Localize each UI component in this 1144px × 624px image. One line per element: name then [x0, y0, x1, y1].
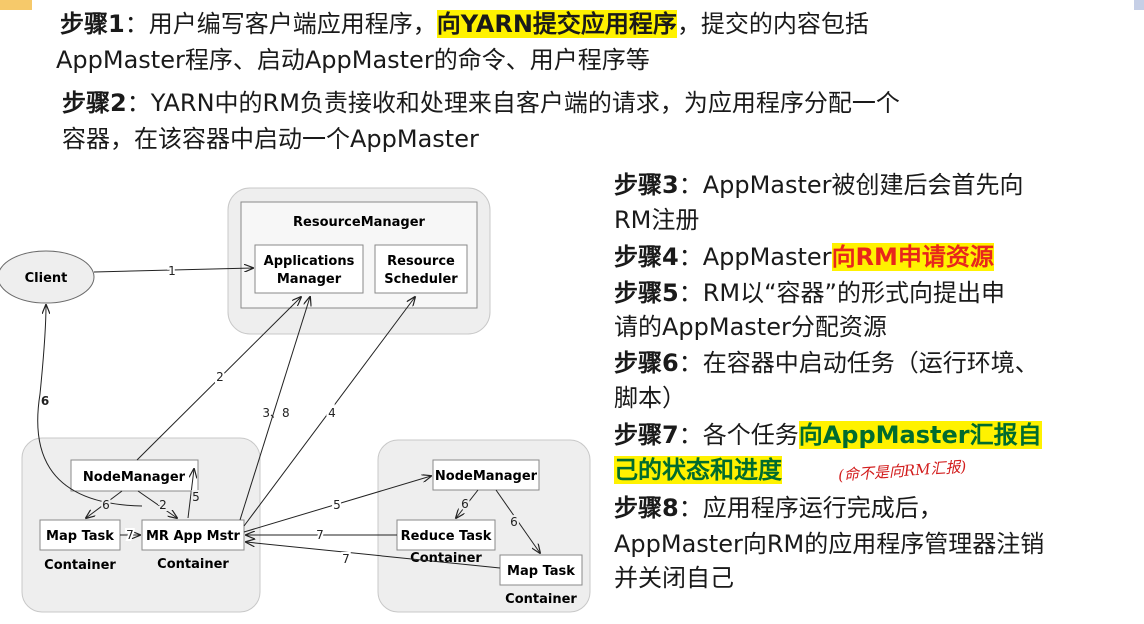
step1-line2: AppMaster程序、启动AppMaster的命令、用户程序等 [56, 46, 650, 74]
step7-line1: 步骤7：各个任务向AppMaster汇报自 [614, 421, 1042, 449]
corner-decoration-left [0, 0, 32, 10]
reduce-task-container: Container [410, 551, 482, 566]
handwritten-note: (命不是向RM汇报) [837, 457, 967, 485]
step7-highlight: 向AppMaster汇报自 [798, 421, 1042, 449]
step6-line2: 脚本） [614, 384, 686, 412]
step1-line1: 步骤1：用户编写客户端应用程序，向YARN提交应用程序，提交的内容包括 [60, 10, 869, 38]
map-task-left-label: Map Task [46, 529, 114, 544]
edge-label-7a: 7 [126, 528, 134, 542]
edge-label-38: 3、8 [262, 406, 289, 420]
edge-label-5a: 5 [192, 490, 200, 504]
step8-line3: 并关闭自己 [614, 564, 734, 592]
applications-manager-label-1: Applications [264, 254, 355, 269]
resource-manager-label: ResourceManager [293, 215, 426, 230]
step5-line2: 请的AppMaster分配资源 [614, 313, 887, 341]
node-manager-right-label: NodeManager [435, 469, 538, 484]
edge-label-4: 4 [328, 406, 336, 420]
map-task-right-label: Map Task [507, 564, 575, 579]
mr-app-mstr-label: MR App Mstr [146, 529, 241, 544]
edge-label-6a: 6 [102, 498, 110, 512]
edge-label-5b: 5 [333, 498, 341, 512]
edge-label-6b: 6 [461, 497, 469, 511]
edge-label-2a: 2 [216, 370, 224, 384]
step5-line1: 步骤5：RM以“容器”的形式向提出申 [614, 279, 1005, 307]
edge-label-7c: 7 [342, 552, 350, 566]
edge-label-6c: 6 [510, 515, 518, 529]
corner-decoration-right [1134, 0, 1144, 10]
map-task-left-container: Container [44, 558, 116, 573]
applications-manager-label-2: Manager [277, 272, 342, 287]
step4-line: 步骤4：AppMaster向RM申请资源 [614, 243, 994, 271]
step6-line1: 步骤6：在容器中启动任务（运行环境、 [614, 349, 1039, 377]
step7-highlight2: 己的状态和进度 [614, 456, 782, 484]
step1-highlight: 向YARN提交应用程序 [436, 10, 677, 38]
step7-line2: 己的状态和进度 [614, 456, 782, 485]
step2-line1: 步骤2：YARN中的RM负责接收和处理来自客户端的请求，为应用程序分配一个 [62, 89, 900, 117]
map-task-right-container: Container [505, 592, 577, 607]
step4-highlight: 向RM申请资源 [831, 243, 994, 271]
step3-line1: 步骤3：AppMaster被创建后会首先向 [614, 171, 1024, 199]
step2-line2: 容器，在该容器中启动一个AppMaster [62, 125, 479, 153]
resource-scheduler-label-2: Scheduler [384, 272, 458, 287]
reduce-task-label: Reduce Task [401, 529, 492, 544]
step8-line2: AppMaster向RM的应用程序管理器注销 [614, 530, 1045, 558]
node-manager-left-label: NodeManager [83, 470, 186, 485]
edge-label-1: 1 [168, 264, 176, 278]
edge-label-6-client: 6 [41, 394, 49, 408]
resource-scheduler-label-1: Resource [387, 254, 455, 269]
mr-app-mstr-container: Container [157, 557, 229, 572]
step8-line1: 步骤8：应用程序运行完成后， [614, 494, 943, 522]
client-label: Client [25, 271, 68, 286]
edge-label-7b: 7 [316, 528, 324, 542]
step3-line2: RM注册 [614, 206, 700, 234]
edge-label-2b: 2 [159, 498, 167, 512]
yarn-architecture-diagram: ResourceManager Applications Manager Res… [0, 187, 591, 613]
